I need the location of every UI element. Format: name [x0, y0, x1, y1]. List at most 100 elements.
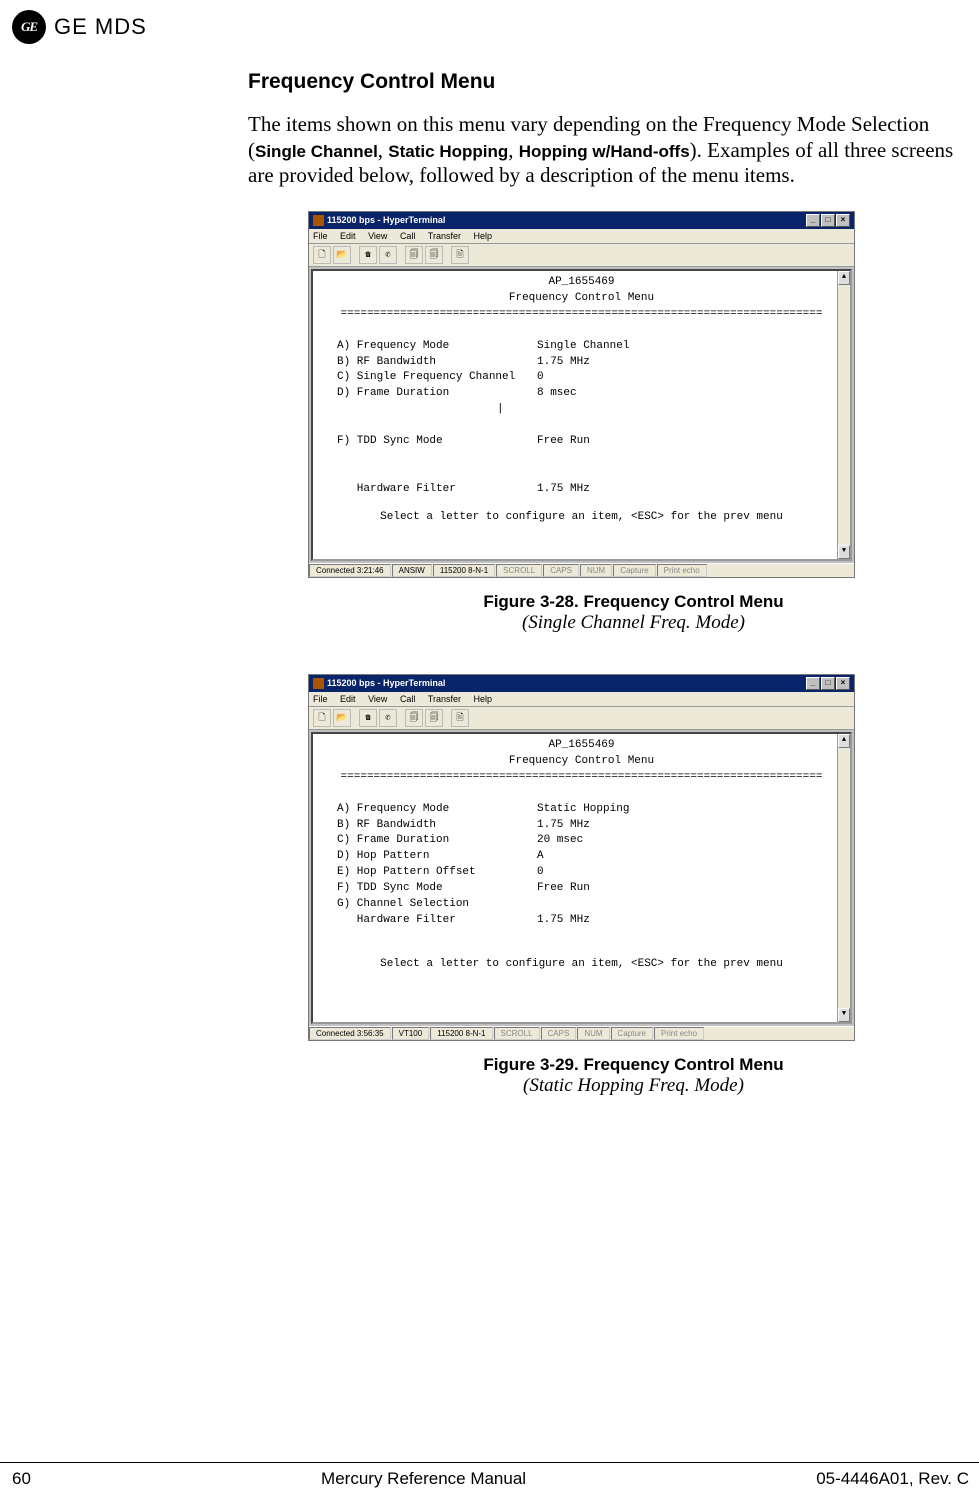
menu-transfer[interactable]: Transfer	[428, 694, 461, 704]
scroll-up-icon[interactable]: ▲	[838, 271, 850, 285]
scroll-down-icon[interactable]: ▼	[838, 545, 850, 559]
status-connected: Connected 3:21:46	[309, 564, 391, 577]
maximize-button[interactable]: □	[821, 677, 835, 690]
menu-transfer[interactable]: Transfer	[428, 231, 461, 241]
status-capture: Capture	[613, 564, 655, 577]
toolbar-open-icon[interactable]: 📂	[333, 709, 351, 727]
menu-row-g: G) Channel Selection	[337, 897, 844, 913]
scroll-down-icon[interactable]: ▼	[838, 1008, 850, 1022]
menu-file[interactable]: File	[313, 694, 328, 704]
figure-2-caption: Figure 3-29. Frequency Control Menu (Sta…	[308, 1055, 959, 1097]
menu-edit[interactable]: Edit	[340, 231, 356, 241]
menu-view[interactable]: View	[368, 694, 387, 704]
page-footer: 60 Mercury Reference Manual 05-4446A01, …	[0, 1462, 979, 1489]
terminal-footer-msg: Select a letter to configure an item, <E…	[319, 957, 844, 973]
window-title: 115200 bps - HyperTerminal	[327, 215, 445, 225]
toolbar-open-icon[interactable]: 📂	[333, 246, 351, 264]
status-bar: Connected 3:21:46 ANSIW 115200 8-N-1 SCR…	[309, 563, 854, 577]
toolbar-receive-icon[interactable]: 🗐	[425, 709, 443, 727]
row-label: C) Single Frequency Channel	[337, 370, 537, 386]
row-label: Hardware Filter	[337, 482, 537, 498]
row-value: A	[537, 849, 544, 865]
separator: ,	[378, 138, 389, 162]
scrollbar[interactable]: ▲ ▼	[837, 271, 850, 559]
row-label: E) Hop Pattern Offset	[337, 865, 537, 881]
menu-row-hw: Hardware Filter1.75 MHz	[337, 482, 844, 498]
row-label: F) TDD Sync Mode	[337, 881, 537, 897]
cursor-line: |	[337, 402, 844, 418]
minimize-button[interactable]: _	[806, 214, 820, 227]
document-page: GE GE MDS Frequency Control Menu The ite…	[0, 0, 979, 1501]
status-scroll: SCROLL	[494, 1027, 540, 1040]
figure-1: 115200 bps - HyperTerminal _ □ × File Ed…	[308, 211, 959, 634]
status-caps: CAPS	[541, 1027, 577, 1040]
terminal-ap-id: AP_1655469	[319, 275, 844, 291]
figure-title: Figure 3-28. Frequency Control Menu	[308, 592, 959, 612]
menu-row-f: F) TDD Sync ModeFree Run	[337, 881, 844, 897]
close-button[interactable]: ×	[836, 677, 850, 690]
row-value: Free Run	[537, 434, 590, 450]
menu-bar: File Edit View Call Transfer Help	[309, 692, 854, 707]
row-value: 0	[537, 865, 544, 881]
option-single-channel: Single Channel	[255, 142, 378, 161]
menu-row-b: B) RF Bandwidth1.75 MHz	[337, 818, 844, 834]
close-button[interactable]: ×	[836, 214, 850, 227]
menu-bar: File Edit View Call Transfer Help	[309, 229, 854, 244]
section-heading: Frequency Control Menu	[248, 70, 959, 94]
row-label: Hardware Filter	[337, 913, 537, 929]
terminal-rule: ========================================…	[319, 307, 844, 323]
terminal-heading: Frequency Control Menu	[319, 754, 844, 770]
row-value: 8 msec	[537, 386, 577, 402]
menu-call[interactable]: Call	[400, 694, 416, 704]
row-label: D) Hop Pattern	[337, 849, 537, 865]
toolbar-disconnect-icon[interactable]: ✆	[379, 246, 397, 264]
row-value: Static Hopping	[537, 802, 629, 818]
terminal-body[interactable]: AP_1655469 Frequency Control Menu ======…	[311, 732, 852, 1024]
toolbar-send-icon[interactable]: 🗐	[405, 709, 423, 727]
row-value: 1.75 MHz	[537, 482, 590, 498]
option-hopping-handoffs: Hopping w/Hand-offs	[519, 142, 690, 161]
menu-view[interactable]: View	[368, 231, 387, 241]
figure-subtitle: (Single Channel Freq. Mode)	[308, 612, 959, 634]
toolbar-disconnect-icon[interactable]: ✆	[379, 709, 397, 727]
toolbar-new-icon[interactable]: 🗋	[313, 246, 331, 264]
menu-row-a: A) Frequency ModeStatic Hopping	[337, 802, 844, 818]
page-number: 60	[0, 1469, 31, 1489]
ge-monogram-icon: GE	[12, 10, 46, 44]
brand-text: GE MDS	[54, 14, 147, 40]
toolbar-connect-icon[interactable]: ☎	[359, 246, 377, 264]
separator: ,	[508, 138, 519, 162]
row-label: G) Channel Selection	[337, 897, 537, 913]
menu-call[interactable]: Call	[400, 231, 416, 241]
toolbar-connect-icon[interactable]: ☎	[359, 709, 377, 727]
scroll-up-icon[interactable]: ▲	[838, 734, 850, 748]
status-caps: CAPS	[543, 564, 579, 577]
terminal-rule: ========================================…	[319, 770, 844, 786]
terminal-body[interactable]: AP_1655469 Frequency Control Menu ======…	[311, 269, 852, 561]
row-label: B) RF Bandwidth	[337, 818, 537, 834]
menu-edit[interactable]: Edit	[340, 694, 356, 704]
toolbar-receive-icon[interactable]: 🗐	[425, 246, 443, 264]
brand-logo: GE GE MDS	[12, 10, 147, 44]
figure-subtitle: (Static Hopping Freq. Mode)	[308, 1075, 959, 1097]
toolbar-properties-icon[interactable]: 🖹	[451, 246, 469, 264]
toolbar-send-icon[interactable]: 🗐	[405, 246, 423, 264]
menu-help[interactable]: Help	[474, 694, 493, 704]
status-print: Print echo	[657, 564, 707, 577]
row-value: 0	[537, 370, 544, 386]
menu-help[interactable]: Help	[474, 231, 493, 241]
toolbar-properties-icon[interactable]: 🖹	[451, 709, 469, 727]
status-emulation: VT100	[392, 1027, 430, 1040]
minimize-button[interactable]: _	[806, 677, 820, 690]
maximize-button[interactable]: □	[821, 214, 835, 227]
figure-title: Figure 3-29. Frequency Control Menu	[308, 1055, 959, 1075]
menu-file[interactable]: File	[313, 231, 328, 241]
menu-row-a: A) Frequency ModeSingle Channel	[337, 339, 844, 355]
toolbar: 🗋 📂 ☎ ✆ 🗐 🗐 🖹	[309, 707, 854, 730]
scrollbar[interactable]: ▲ ▼	[837, 734, 850, 1022]
toolbar-new-icon[interactable]: 🗋	[313, 709, 331, 727]
manual-title: Mercury Reference Manual	[321, 1469, 526, 1489]
menu-row-f: F) TDD Sync ModeFree Run	[337, 434, 844, 450]
status-connected: Connected 3:56:35	[309, 1027, 391, 1040]
section-paragraph: The items shown on this menu vary depend…	[248, 112, 959, 189]
